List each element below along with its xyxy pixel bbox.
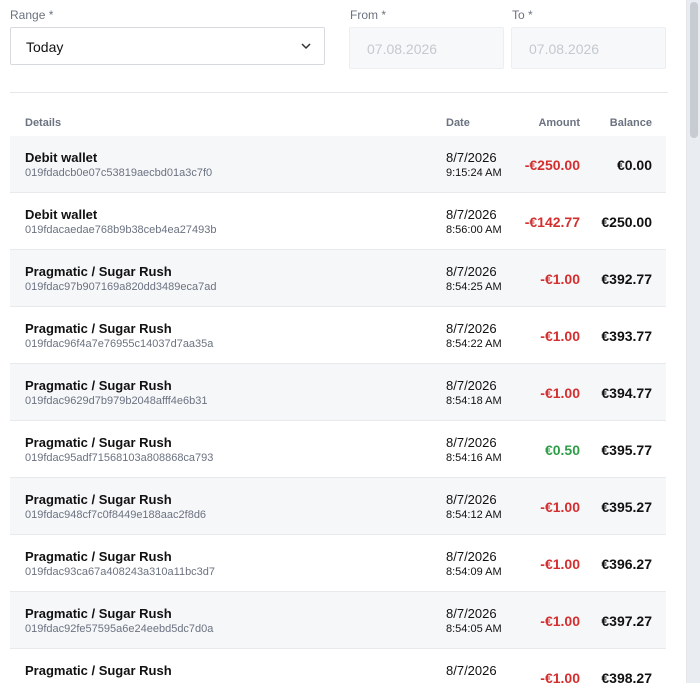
row-time: 8:56:00 AM <box>446 224 502 236</box>
row-time: 8:54:09 AM <box>446 566 502 578</box>
row-transaction-id: 019fdac95adf71568103a808868ca793 <box>25 452 214 464</box>
row-transaction-id: 019fdacaedae768b9b38ceb4ea27493b <box>25 224 217 236</box>
row-date: 8/7/2026 <box>446 321 497 336</box>
row-title: Pragmatic / Sugar Rush <box>25 606 172 621</box>
row-amount: -€142.77 <box>524 214 580 230</box>
filters-divider <box>10 92 668 93</box>
row-title: Pragmatic / Sugar Rush <box>25 264 172 279</box>
row-transaction-id: 019fdac948cf7c0f8449e188aac2f8d6 <box>25 509 207 521</box>
row-transaction-id: 019fdac93ca67a408243a310a11bc3d7 <box>25 566 216 578</box>
transactions-panel: Range * Today From * 07.08.2026 To * 07.… <box>0 0 687 683</box>
row-balance: €395.27 <box>601 499 652 515</box>
row-transaction-id: 019fdac9629d7b979b2048afff4e6b31 <box>25 395 208 407</box>
row-balance: €394.77 <box>601 385 652 401</box>
range-select[interactable]: Today <box>10 27 325 65</box>
range-value: Today <box>26 39 64 55</box>
row-balance: €0.00 <box>616 157 652 173</box>
row-title: Debit wallet <box>25 150 98 165</box>
row-date: 8/7/2026 <box>446 264 497 279</box>
from-label: From * <box>350 8 386 22</box>
row-title: Pragmatic / Sugar Rush <box>25 663 172 678</box>
transactions-table: Debit wallet 019fdadcb0e07c53819aecbd01a… <box>10 136 666 683</box>
row-time: 8:54:05 AM <box>446 623 502 635</box>
header-amount: Amount <box>538 117 580 129</box>
row-amount: -€1.00 <box>540 499 580 515</box>
row-date: 8/7/2026 <box>446 378 497 393</box>
row-balance: €250.00 <box>601 214 652 230</box>
row-time: 8:54:16 AM <box>446 452 502 464</box>
from-date-input[interactable]: 07.08.2026 <box>349 27 504 69</box>
row-date: 8/7/2026 <box>446 549 497 564</box>
row-date: 8/7/2026 <box>446 207 497 222</box>
scrollbar-thumb[interactable] <box>690 2 698 138</box>
range-label: Range * <box>10 8 54 22</box>
row-title: Debit wallet <box>25 207 98 222</box>
row-time: 9:15:24 AM <box>446 167 502 179</box>
row-balance: €393.77 <box>601 328 652 344</box>
to-date-value: 07.08.2026 <box>529 41 600 57</box>
table-header: Details Date Amount Balance <box>10 110 666 137</box>
row-title: Pragmatic / Sugar Rush <box>25 321 172 336</box>
row-amount: -€1.00 <box>540 670 580 683</box>
from-date-value: 07.08.2026 <box>367 41 438 57</box>
row-transaction-id: 019fdac97b907169a820dd3489eca7ad <box>25 281 217 293</box>
row-date: 8/7/2026 <box>446 150 497 165</box>
table-row[interactable]: Pragmatic / Sugar Rush 019fdac948cf7c0f8… <box>10 478 666 535</box>
row-time: 8:54:12 AM <box>446 509 502 521</box>
table-row[interactable]: Pragmatic / Sugar Rush 019fdac96f4a7e769… <box>10 307 666 364</box>
row-date: 8/7/2026 <box>446 492 497 507</box>
header-balance: Balance <box>609 117 652 129</box>
row-title: Pragmatic / Sugar Rush <box>25 378 172 393</box>
row-amount: €0.50 <box>544 442 580 458</box>
table-row[interactable]: Pragmatic / Sugar Rush 019fdac93ca67a408… <box>10 535 666 592</box>
row-title: Pragmatic / Sugar Rush <box>25 549 172 564</box>
to-label: To * <box>512 8 533 22</box>
row-balance: €396.27 <box>601 556 652 572</box>
row-date: 8/7/2026 <box>446 606 497 621</box>
row-transaction-id: 019fdadcb0e07c53819aecbd01a3c7f0 <box>25 167 213 179</box>
row-amount: -€1.00 <box>540 328 580 344</box>
row-balance: €395.77 <box>601 442 652 458</box>
header-date: Date <box>446 117 470 129</box>
row-transaction-id: 019fdac92fe57595a6e24eebd5dc7d0a <box>25 623 214 635</box>
to-date-input[interactable]: 07.08.2026 <box>511 27 666 69</box>
row-balance: €397.27 <box>601 613 652 629</box>
table-row[interactable]: Pragmatic / Sugar Rush 8/7/2026 -€1.00 €… <box>10 649 666 683</box>
table-row[interactable]: Debit wallet 019fdadcb0e07c53819aecbd01a… <box>10 136 666 193</box>
row-time: 8:54:18 AM <box>446 395 502 407</box>
row-date: 8/7/2026 <box>446 435 497 450</box>
row-title: Pragmatic / Sugar Rush <box>25 492 172 507</box>
table-row[interactable]: Pragmatic / Sugar Rush 019fdac9629d7b979… <box>10 364 666 421</box>
row-transaction-id: 019fdac96f4a7e76955c14037d7aa35a <box>25 338 214 350</box>
row-amount: -€1.00 <box>540 385 580 401</box>
row-amount: -€250.00 <box>524 157 580 173</box>
table-row[interactable]: Pragmatic / Sugar Rush 019fdac95adf71568… <box>10 421 666 478</box>
row-balance: €392.77 <box>601 271 652 287</box>
chevron-down-icon <box>301 43 311 50</box>
row-balance: €398.27 <box>601 670 652 683</box>
table-row[interactable]: Pragmatic / Sugar Rush 019fdac97b907169a… <box>10 250 666 307</box>
header-details: Details <box>25 117 62 129</box>
row-amount: -€1.00 <box>540 556 580 572</box>
table-row[interactable]: Pragmatic / Sugar Rush 019fdac92fe57595a… <box>10 592 666 649</box>
row-time: 8:54:25 AM <box>446 281 502 293</box>
row-date: 8/7/2026 <box>446 663 497 678</box>
row-amount: -€1.00 <box>540 271 580 287</box>
row-title: Pragmatic / Sugar Rush <box>25 435 172 450</box>
table-row[interactable]: Debit wallet 019fdacaedae768b9b38ceb4ea2… <box>10 193 666 250</box>
row-amount: -€1.00 <box>540 613 580 629</box>
row-time: 8:54:22 AM <box>446 338 502 350</box>
